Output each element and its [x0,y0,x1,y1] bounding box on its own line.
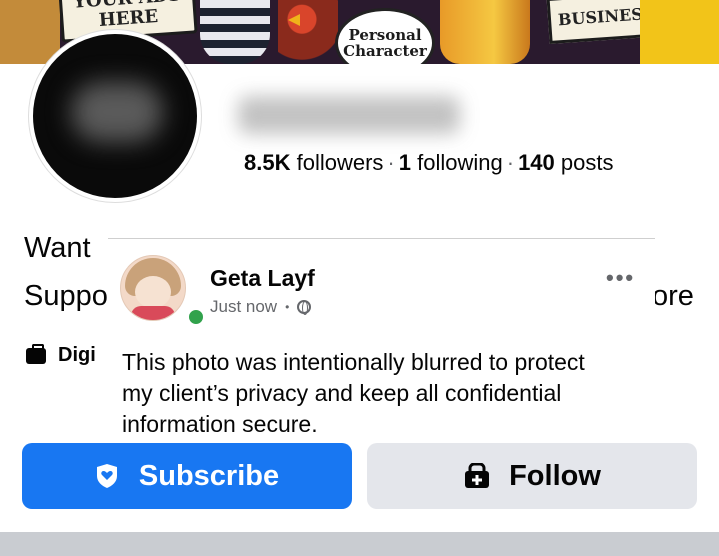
profile-avatar[interactable] [29,30,201,202]
post-author-avatar[interactable] [120,255,186,321]
cover-figure-hair [440,0,530,64]
profile-name-blurred [238,96,460,134]
avatar-face [135,276,171,308]
follow-button[interactable]: Follow [367,443,697,509]
cover-rooster [278,0,338,64]
cover-speech-bubble: Personal Character [335,8,435,64]
see-more-link[interactable]: ore [652,280,694,313]
briefcase-icon [26,343,46,364]
bottom-divider [0,532,719,556]
bio-line-2: Suppo [24,280,108,312]
following-label[interactable]: following [417,150,503,175]
cover-striped-shirt [200,0,270,64]
subscribe-label: Subscribe [138,459,280,492]
posts-count: 140 [518,150,555,175]
followers-label[interactable]: followers [297,150,384,175]
profile-stats: 8.5K followers · 1 following · 140 posts [244,150,614,176]
stats-separator: · [387,150,395,175]
post-text: This photo was intentionally blurred to … [122,349,585,437]
meta-separator: • [285,300,290,314]
cover-figure-right [640,0,719,64]
avatar-blur [71,82,163,142]
rooster-beak [288,14,300,26]
posts-label: posts [560,150,614,175]
following-count[interactable]: 1 [399,150,411,175]
avatar-shirt [131,306,175,320]
subscribe-button[interactable]: Subscribe [22,443,352,509]
follow-label: Follow [509,459,601,492]
post-timestamp[interactable]: Just now [210,297,277,317]
category-label: Digi [58,344,96,366]
post-options-icon[interactable]: ••• [606,265,635,291]
bio-line-1: Want [24,232,91,264]
profile-category: Digi [26,343,96,367]
stats-separator: · [506,150,515,175]
post-meta: Just now • [210,297,312,317]
shield-heart-icon [95,463,119,489]
cover-figure-left [0,0,60,64]
overlay-post-card: Geta Layf Just now • ••• This photo was … [108,238,655,443]
globe-icon[interactable] [297,300,312,315]
post-author-name[interactable]: Geta Layf [210,265,315,292]
online-status-dot [186,307,206,327]
followers-count[interactable]: 8.5K [244,150,290,175]
add-friend-icon [463,463,491,489]
